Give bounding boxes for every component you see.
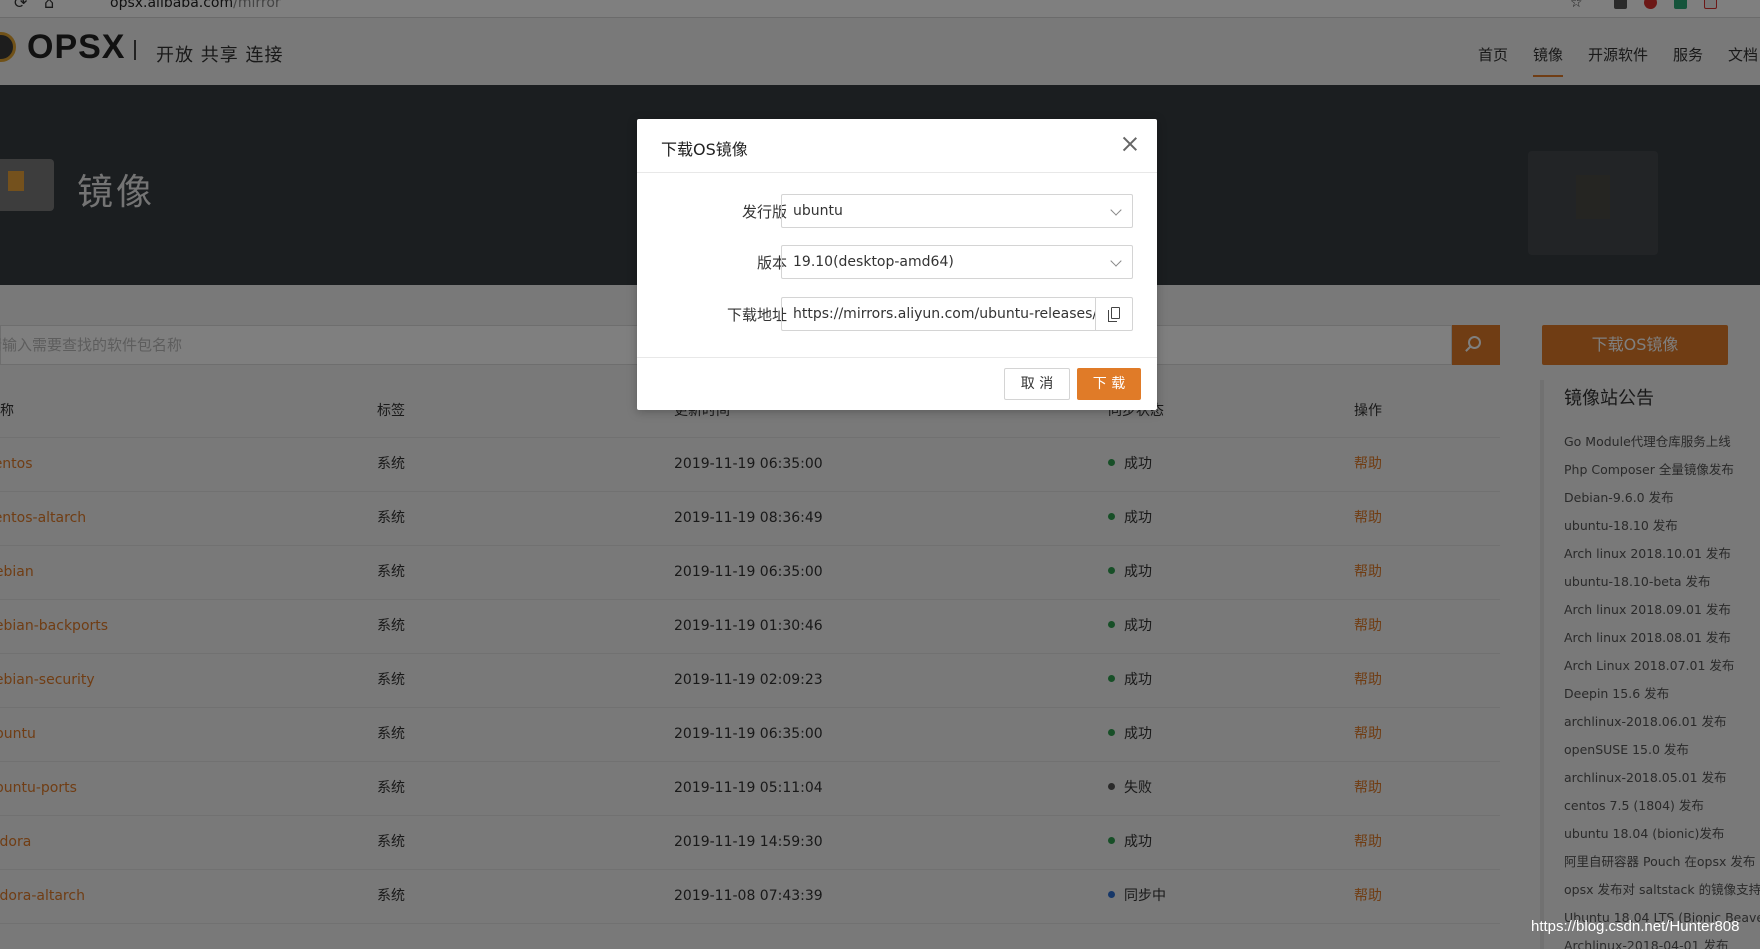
distro-select[interactable]: ubuntu — [781, 194, 1133, 228]
close-icon[interactable] — [1121, 135, 1139, 153]
chevron-down-icon — [1110, 255, 1122, 267]
version-row: 版本 19.10(desktop-amd64) — [637, 245, 1157, 279]
url-row: 下载地址 https://mirrors.aliyun.com/ubuntu-r… — [637, 297, 1157, 331]
dialog-header: 下载OS镜像 — [637, 119, 1157, 173]
download-button[interactable]: 下 载 — [1077, 368, 1141, 400]
version-value: 19.10(desktop-amd64) — [793, 254, 954, 270]
watermark: https://blog.csdn.net/Hunter808 — [1531, 918, 1740, 935]
distro-row: 发行版 ubuntu — [637, 194, 1157, 228]
chevron-down-icon — [1110, 204, 1122, 216]
copy-icon-front — [1111, 307, 1120, 319]
dialog-footer: 取 消 下 载 — [637, 357, 1157, 410]
cancel-button[interactable]: 取 消 — [1004, 368, 1070, 400]
url-label: 下载地址 — [726, 306, 787, 324]
version-select[interactable]: 19.10(desktop-amd64) — [781, 245, 1133, 279]
copy-button[interactable] — [1095, 297, 1133, 331]
download-os-dialog: 下载OS镜像 发行版 ubuntu 版本 19.10(desktop-amd64… — [637, 119, 1157, 410]
distro-value: ubuntu — [793, 203, 843, 219]
download-url-field[interactable]: https://mirrors.aliyun.com/ubuntu-releas… — [781, 297, 1095, 331]
dialog-title: 下载OS镜像 — [661, 140, 748, 159]
